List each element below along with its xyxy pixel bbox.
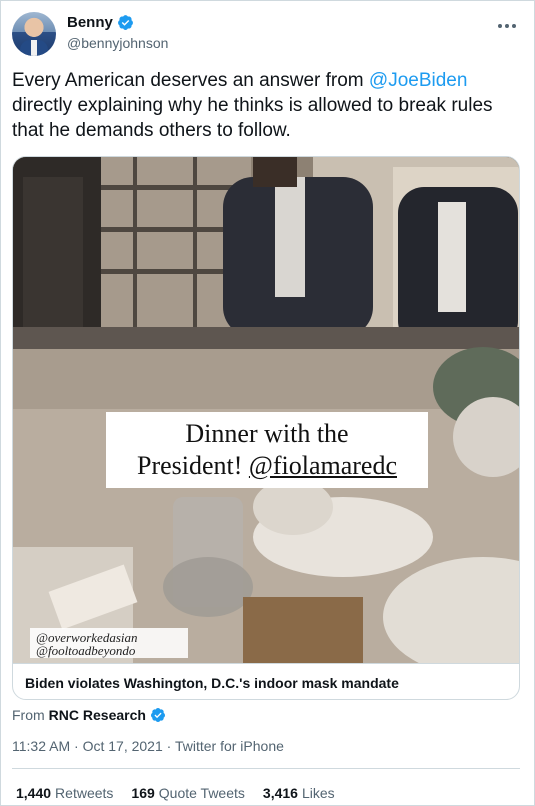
watermark-line-2: @fooltoadbeyondo [36,643,136,658]
tweet-header: Benny @bennyjohnson [12,10,522,60]
retweets-label: Retweets [55,785,114,801]
overlay-line-2: President! @fiolamaredc [106,450,428,482]
dot-shape [498,24,502,28]
video-frame-scene [13,157,519,663]
meta-separator: · [162,738,175,754]
overlay-line-2-handle: @fiolamaredc [248,451,397,480]
author-block[interactable]: Benny @bennyjohnson [67,14,168,51]
author-handle[interactable]: @bennyjohnson [67,35,168,51]
source-attribution: From RNC Research [12,707,166,723]
divider [12,768,520,769]
tweet-time[interactable]: 11:32 AM [12,738,70,754]
quote-tweets-label: Quote Tweets [158,785,245,801]
more-options-icon[interactable] [494,16,520,36]
quote-tweets-stat[interactable]: 169 Quote Tweets [131,785,245,801]
source-name[interactable]: RNC Research [49,707,146,723]
avatar[interactable] [12,12,56,56]
likes-count: 3,416 [262,785,298,801]
display-name[interactable]: Benny [67,14,113,31]
verified-badge-icon [150,708,165,722]
avatar-shirt-shape [31,40,37,56]
video-overlay-text: Dinner with the President! @fiolamaredc [106,412,428,488]
tweet-text-after: directly explaining why he thinks is all… [12,95,493,141]
quote-tweets-count: 169 [131,785,155,801]
tweet-client[interactable]: Twitter for iPhone [175,738,284,754]
author-name-row: Benny [67,14,134,31]
verified-badge-icon [117,15,133,30]
overlay-line-1: Dinner with the [185,419,349,448]
likes-stat[interactable]: 3,416 Likes [263,785,335,801]
card-caption[interactable]: Biden violates Washington, D.C.'s indoor… [13,663,519,699]
tweet-text-before: Every American deserves an answer from [12,70,369,91]
overlay-line-2-prefix: President! [136,451,249,480]
likes-label: Likes [301,785,335,801]
retweets-stat[interactable]: 1,440 Retweets [16,785,113,801]
source-prefix: From [12,707,45,723]
meta-separator: · [70,738,83,754]
dot-shape [505,24,509,28]
tweet-stats: 1,440 Retweets 169 Quote Tweets 3,416 Likes [16,785,335,801]
tweet-text: Every American deserves an answer from @… [12,68,518,143]
video-watermark: @overworkedasian @fooltoadbeyondo [30,628,188,658]
retweets-count: 1,440 [16,785,52,801]
video-player[interactable] [13,157,519,663]
tweet-date[interactable]: Oct 17, 2021 [83,738,163,754]
mention-link[interactable]: @JoeBiden [369,70,468,91]
tweet-meta: 11:32 AM · Oct 17, 2021 · Twitter for iP… [12,738,284,754]
dot-shape [512,24,516,28]
